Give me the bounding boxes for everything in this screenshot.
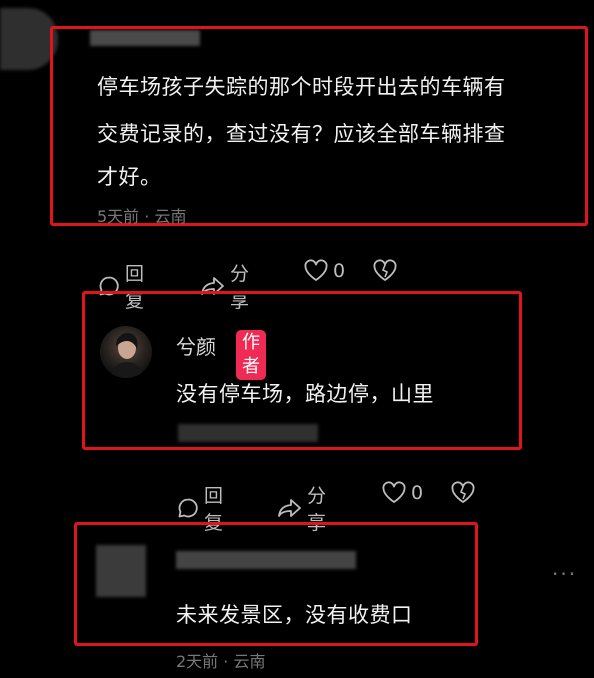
- like-button[interactable]: 0: [381, 481, 423, 505]
- comment-meta: 2天前 · 云南: [176, 652, 266, 671]
- reply-meta-blurred: [178, 424, 318, 442]
- share-icon: [277, 496, 303, 520]
- username-blurred[interactable]: [176, 551, 356, 569]
- reply-text: 没有停车场，路边停，山里: [176, 382, 434, 406]
- comment-text: 未来发景区，没有收费口: [176, 603, 413, 627]
- comment-text-line-3: 才好。: [97, 165, 162, 189]
- broken-heart-icon: [450, 481, 476, 505]
- author-username[interactable]: 兮颜: [176, 331, 216, 360]
- like-count: 0: [333, 260, 346, 282]
- author-badge: 作者: [236, 330, 266, 380]
- comment-meta: 5天前 · 云南: [97, 207, 187, 226]
- dislike-button[interactable]: [450, 481, 476, 505]
- comment-text-line-2: 交费记录的，查过没有？应该全部车辆排查: [97, 122, 506, 146]
- comment-text-line-1: 停车场孩子失踪的那个时段开出去的车辆有: [97, 75, 506, 99]
- comment-icon: [176, 496, 200, 520]
- avatar-blurred[interactable]: [96, 545, 146, 597]
- heart-icon: [381, 481, 407, 505]
- avatar[interactable]: [100, 326, 152, 378]
- dislike-button[interactable]: [372, 259, 398, 283]
- more-options-icon[interactable]: ···: [552, 562, 577, 586]
- heart-icon: [303, 259, 329, 283]
- broken-heart-icon: [372, 259, 398, 283]
- like-button[interactable]: 0: [303, 259, 345, 283]
- like-count: 0: [411, 482, 424, 504]
